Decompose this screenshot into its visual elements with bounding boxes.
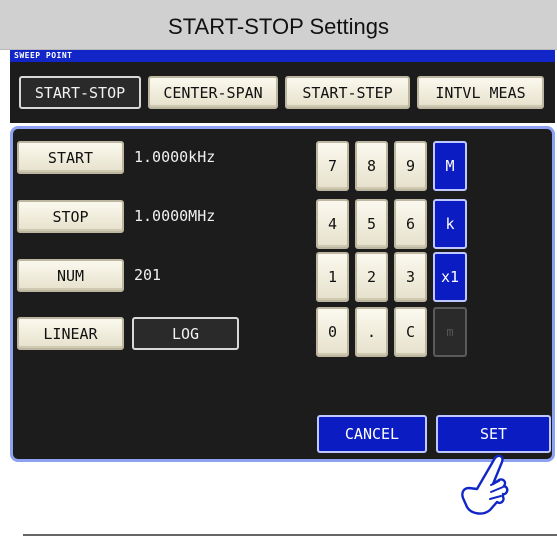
section-label-bar: SWEEP POINT bbox=[10, 50, 555, 62]
section-label: SWEEP POINT bbox=[14, 51, 73, 60]
unit-x1[interactable]: x1 bbox=[433, 252, 467, 302]
num-button[interactable]: NUM bbox=[17, 259, 124, 292]
unit-k[interactable]: k bbox=[433, 199, 467, 249]
key-7[interactable]: 7 bbox=[316, 141, 349, 191]
key-decimal[interactable]: . bbox=[355, 307, 388, 357]
unit-m-milli[interactable]: m bbox=[433, 307, 467, 357]
tab-center-span[interactable]: CENTER-SPAN bbox=[148, 76, 278, 109]
pointing-hand-icon bbox=[461, 454, 509, 515]
key-9[interactable]: 9 bbox=[394, 141, 427, 191]
start-button[interactable]: START bbox=[17, 141, 124, 174]
key-0[interactable]: 0 bbox=[316, 307, 349, 357]
set-button[interactable]: SET bbox=[436, 415, 551, 453]
key-4[interactable]: 4 bbox=[316, 199, 349, 249]
page-title: START-STOP Settings bbox=[168, 14, 389, 39]
key-1[interactable]: 1 bbox=[316, 252, 349, 302]
cancel-button[interactable]: CANCEL bbox=[317, 415, 427, 453]
key-clear[interactable]: C bbox=[394, 307, 427, 357]
num-value: 201 bbox=[134, 266, 162, 284]
tab-start-stop[interactable]: START-STOP bbox=[19, 76, 141, 109]
log-button[interactable]: LOG bbox=[132, 317, 239, 350]
title-bar: START-STOP Settings bbox=[0, 0, 557, 50]
key-3[interactable]: 3 bbox=[394, 252, 427, 302]
sweep-mode-panel: START-STOP CENTER-SPAN START-STEP INTVL … bbox=[10, 62, 555, 123]
linear-button[interactable]: LINEAR bbox=[17, 317, 124, 350]
stop-button[interactable]: STOP bbox=[17, 200, 124, 233]
key-2[interactable]: 2 bbox=[355, 252, 388, 302]
key-8[interactable]: 8 bbox=[355, 141, 388, 191]
key-5[interactable]: 5 bbox=[355, 199, 388, 249]
tab-intvl-meas[interactable]: INTVL MEAS bbox=[417, 76, 544, 109]
unit-m-mega[interactable]: M bbox=[433, 141, 467, 191]
settings-panel: START 1.0000kHz STOP 1.0000MHz NUM 201 L… bbox=[10, 126, 557, 536]
key-6[interactable]: 6 bbox=[394, 199, 427, 249]
stop-value: 1.0000MHz bbox=[134, 207, 216, 225]
start-value: 1.0000kHz bbox=[134, 148, 216, 166]
tab-start-step[interactable]: START-STEP bbox=[285, 76, 410, 109]
